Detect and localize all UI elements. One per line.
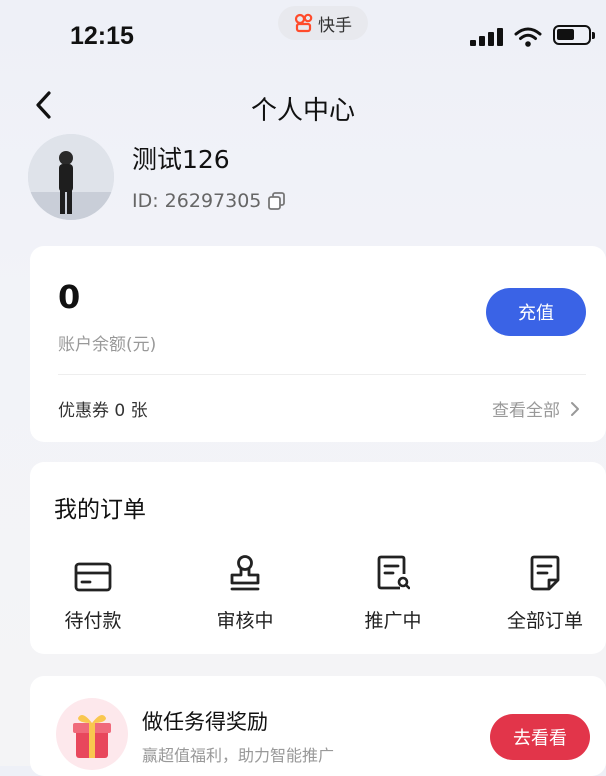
username: 测试126 bbox=[132, 145, 230, 174]
status-bar: 12:15 快手 bbox=[0, 0, 606, 72]
order-item-label: 审核中 bbox=[216, 610, 274, 632]
battery-icon bbox=[553, 25, 595, 45]
order-item-all-orders[interactable]: 全部订单 bbox=[490, 550, 600, 633]
cellular-signal-icon bbox=[470, 28, 503, 46]
app-name: 快手 bbox=[318, 15, 352, 36]
kuaishou-logo-icon bbox=[294, 13, 313, 33]
balance-label: 账户余额(元) bbox=[58, 335, 157, 355]
copy-icon[interactable] bbox=[267, 191, 287, 211]
order-item-label: 全部订单 bbox=[506, 610, 583, 632]
task-subtitle: 赢超值福利，助力智能推广 bbox=[142, 746, 335, 765]
app-indicator-pill[interactable]: 快手 bbox=[278, 6, 368, 40]
go-view-button[interactable]: 去看看 bbox=[490, 714, 590, 760]
user-id-text: ID: 26297305 bbox=[132, 190, 262, 212]
avatar[interactable] bbox=[28, 134, 114, 220]
page-title: 个人中心 bbox=[250, 96, 355, 126]
orders-title: 我的订单 bbox=[54, 497, 146, 523]
order-item-promoting[interactable]: 推广中 bbox=[338, 550, 448, 633]
user-id: ID: 26297305 bbox=[132, 190, 287, 212]
view-all-link[interactable]: 查看全部 bbox=[492, 396, 580, 421]
order-item-label: 待付款 bbox=[64, 610, 122, 632]
task-title: 做任务得奖励 bbox=[142, 710, 268, 734]
profile-section: 测试126 ID: 26297305 bbox=[28, 134, 588, 224]
gift-badge bbox=[56, 698, 128, 770]
divider bbox=[58, 374, 586, 375]
orders-card: 我的订单 待付款 审核中 推广中 全部订单 bbox=[30, 462, 606, 654]
order-item-pending-payment[interactable]: 待付款 bbox=[38, 550, 148, 633]
document-search-icon bbox=[377, 555, 410, 590]
balance-card: 0 账户余额(元) 充值 优惠券 0 张 查看全部 bbox=[30, 246, 606, 442]
avatar-image bbox=[28, 134, 114, 220]
stamp-icon bbox=[230, 555, 260, 591]
nav-header: 个人中心 bbox=[0, 78, 606, 132]
task-card: 做任务得奖励 赢超值福利，助力智能推广 去看看 bbox=[30, 676, 606, 776]
balance-amount: 0 bbox=[58, 278, 81, 316]
document-icon bbox=[530, 555, 560, 591]
card-icon bbox=[74, 562, 112, 592]
status-time: 12:15 bbox=[70, 22, 134, 50]
view-all-label: 查看全部 bbox=[492, 401, 560, 421]
chevron-right-icon bbox=[571, 401, 579, 416]
recharge-button[interactable]: 充值 bbox=[486, 288, 586, 336]
order-item-label: 推广中 bbox=[364, 610, 422, 632]
gift-box-icon bbox=[73, 714, 111, 758]
wifi-icon bbox=[514, 27, 542, 47]
order-item-under-review[interactable]: 审核中 bbox=[190, 550, 300, 633]
coupon-count: 优惠券 0 张 bbox=[58, 401, 148, 421]
